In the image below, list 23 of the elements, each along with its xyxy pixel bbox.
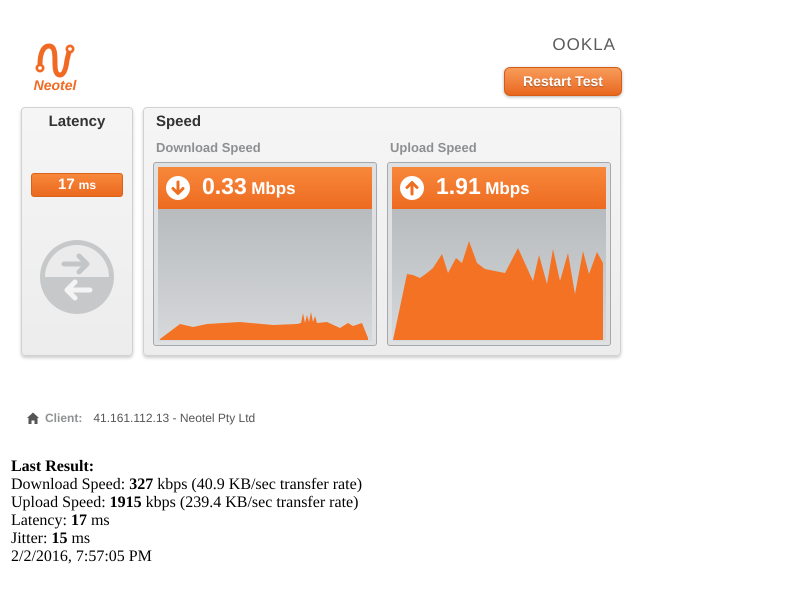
home-icon <box>27 412 39 424</box>
speed-test-label: Upload Speed <box>389 141 478 155</box>
client-label: Client: <box>45 410 82 427</box>
panel-title: Speed <box>155 113 202 131</box>
client-address: 41.161.112.13 - Neotel Pty Ltd <box>93 410 256 427</box>
arrow-up-icon <box>400 176 424 200</box>
panel-title: Latency <box>48 113 106 131</box>
latency-value: 17 ms <box>31 173 123 197</box>
brand-logo-text: OOKLA <box>552 36 616 54</box>
logo-icon <box>33 42 77 78</box>
arrows-circle-icon <box>40 240 114 314</box>
result-line: Latency: 17 ms <box>11 512 110 530</box>
result-title: Last Result: <box>11 458 94 476</box>
restart-button[interactable]: Restart Test <box>504 67 622 96</box>
result-timestamp: 2/2/2016, 7:57:05 PM <box>11 548 152 566</box>
arrow-down-icon <box>166 176 190 200</box>
speed-test-label: Download Speed <box>155 141 262 155</box>
logo-text: Neotel <box>34 78 76 92</box>
speed-value: 1.91 Mbps <box>436 174 530 201</box>
result-line: Jitter: 15 ms <box>11 530 90 548</box>
speed-value: 0.33 Mbps <box>202 174 296 201</box>
result-line: Download Speed: 327 kbps (40.9 KB/sec transfer rate) <box>11 476 362 494</box>
result-line: Upload Speed: 1915 kbps (239.4 KB/sec transfer rate) <box>11 494 358 512</box>
